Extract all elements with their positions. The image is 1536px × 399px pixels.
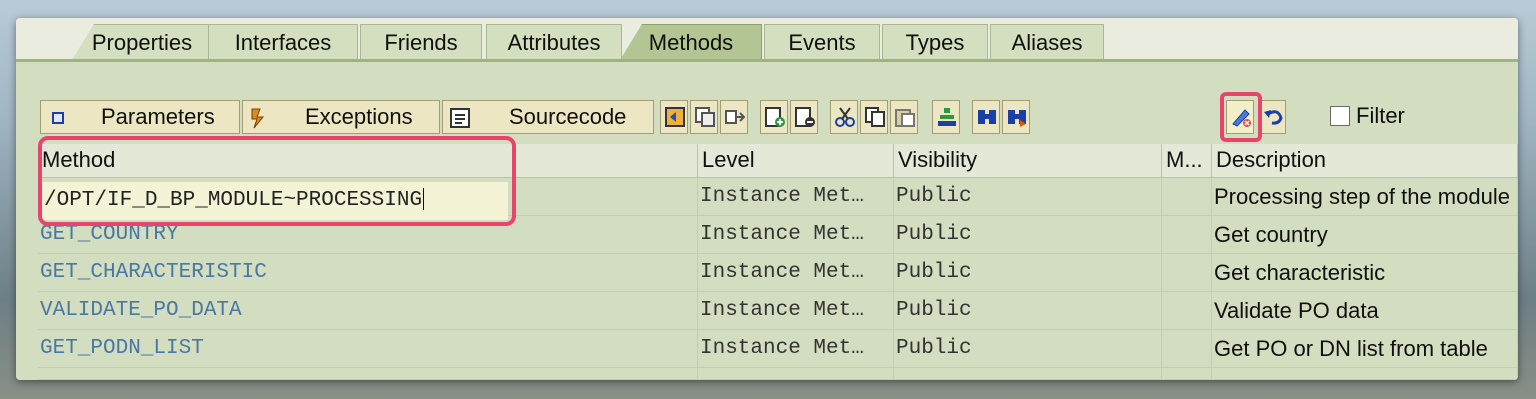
table-row[interactable]: GET_PODN_LIST Instance Met… Public Get P… [38,330,1518,368]
tab-label: Interfaces [234,30,332,55]
cut-icon [835,107,855,127]
method-cell[interactable]: GET_PODN_LIST [38,330,698,368]
tab-label: Methods [648,30,734,55]
empty-cell [698,368,894,380]
description-cell[interactable]: Processing step of the module [1212,178,1518,216]
delete-row-icon [795,107,815,127]
delete-row-button[interactable] [790,100,818,134]
column-header-visibility[interactable]: Visibility [894,144,1162,178]
filter-label: Filter [1356,103,1405,128]
table-row[interactable]: GET_CHARACTERISTIC Instance Met… Public … [38,254,1518,292]
tab-label: Attributes [507,30,601,55]
tab-label: Friends [384,30,458,55]
column-header-description[interactable]: Description [1212,144,1518,178]
empty-cell [894,368,1162,380]
paste-icon [895,109,915,127]
level-cell[interactable]: Instance Met… [698,254,894,292]
change-method-icon [1232,109,1251,127]
find-next-button[interactable] [1002,100,1030,134]
method-name-input[interactable]: /OPT/IF_D_BP_MODULE~PROCESSING [42,182,508,220]
m-cell[interactable] [1162,254,1212,292]
copy-icon [865,107,885,127]
description-cell[interactable]: Get characteristic [1212,254,1518,292]
sourcecode-button[interactable]: Sourcecode [442,100,654,134]
undo-button[interactable] [1258,100,1286,134]
m-cell[interactable] [1162,178,1212,216]
text-caret [423,188,425,211]
copy-detail-button[interactable] [690,100,718,134]
method-cell[interactable]: GET_COUNTRY [38,216,698,254]
level-cell[interactable]: Instance Met… [698,330,894,368]
m-cell[interactable] [1162,292,1212,330]
description-cell[interactable]: Get country [1212,216,1518,254]
parameters-label: Parameters [101,104,215,129]
empty-cell [1162,368,1212,380]
column-header-method[interactable]: Method [38,144,698,178]
tab-types[interactable]: Types [882,24,988,60]
method-name-value: /OPT/IF_D_BP_MODULE~PROCESSING [44,189,423,212]
description-cell[interactable]: Validate PO data [1212,292,1518,330]
sourcecode-label: Sourcecode [509,104,627,129]
tab-label: Properties [91,30,193,55]
insert-row-icon [765,107,785,127]
tab-bar: Properties Interfaces Friends Attributes… [16,18,1518,60]
exceptions-label: Exceptions [305,104,413,129]
exceptions-button[interactable]: Exceptions [242,100,440,134]
tab-methods[interactable]: Methods [620,24,762,60]
tab-events[interactable]: Events [764,24,880,60]
level-cell[interactable]: Instance Met… [698,292,894,330]
redirect-button[interactable] [720,100,748,134]
tab-friends[interactable]: Friends [360,24,482,60]
methods-table: Method Level Visibility M... Description… [38,136,1518,380]
description-cell[interactable]: Get PO or DN list from table [1212,330,1518,368]
visibility-cell[interactable]: Public [894,292,1162,330]
copy-detail-icon [695,107,715,127]
navigate-button[interactable] [660,100,688,134]
table-row[interactable]: VALIDATE_PO_DATA Instance Met… Public Va… [38,292,1518,330]
m-cell[interactable] [1162,330,1212,368]
find-next-icon [1008,110,1026,127]
visibility-cell[interactable]: Public [894,330,1162,368]
parameters-icon [47,106,69,128]
find-button[interactable] [972,100,1000,134]
redirect-icon [725,110,746,124]
level-cell[interactable]: Instance Met… [698,216,894,254]
sourcecode-icon [449,106,471,128]
hierarchy-icon [938,108,956,126]
level-cell[interactable]: Instance Met… [698,178,894,216]
empty-cell [1212,368,1518,380]
method-cell[interactable]: GET_CHARACTERISTIC [38,254,698,292]
copy-button[interactable] [860,100,888,134]
filter-checkbox[interactable] [1330,106,1350,126]
tab-aliases[interactable]: Aliases [990,24,1104,60]
tab-label: Types [905,30,965,55]
visibility-cell[interactable]: Public [894,254,1162,292]
exceptions-icon [249,106,271,129]
tab-interfaces[interactable]: Interfaces [208,24,358,60]
hierarchy-button[interactable] [932,100,960,134]
paste-button[interactable] [890,100,918,134]
method-cell[interactable]: VALIDATE_PO_DATA [38,292,698,330]
insert-row-button[interactable] [760,100,788,134]
class-builder-window: Properties Interfaces Friends Attributes… [16,18,1518,380]
column-header-m[interactable]: M... [1162,144,1212,178]
find-icon [978,110,996,124]
column-header-level[interactable]: Level [698,144,894,178]
m-cell[interactable] [1162,216,1212,254]
cut-button[interactable] [830,100,858,134]
change-method-button[interactable] [1226,100,1254,134]
visibility-cell[interactable]: Public [894,178,1162,216]
visibility-cell[interactable]: Public [894,216,1162,254]
table-row [38,368,1518,380]
table-row[interactable]: GET_COUNTRY Instance Met… Public Get cou… [38,216,1518,254]
tab-properties[interactable]: Properties [72,24,212,60]
tab-label: Aliases [1011,30,1083,55]
methods-toolbar: Parameters Exceptions Sourcecode Filter [40,92,1510,142]
tab-label: Events [788,30,856,55]
parameters-button[interactable]: Parameters [40,100,240,134]
empty-cell [38,368,698,380]
undo-icon [1264,110,1283,125]
tab-attributes[interactable]: Attributes [486,24,622,60]
navigate-icon [665,107,685,127]
